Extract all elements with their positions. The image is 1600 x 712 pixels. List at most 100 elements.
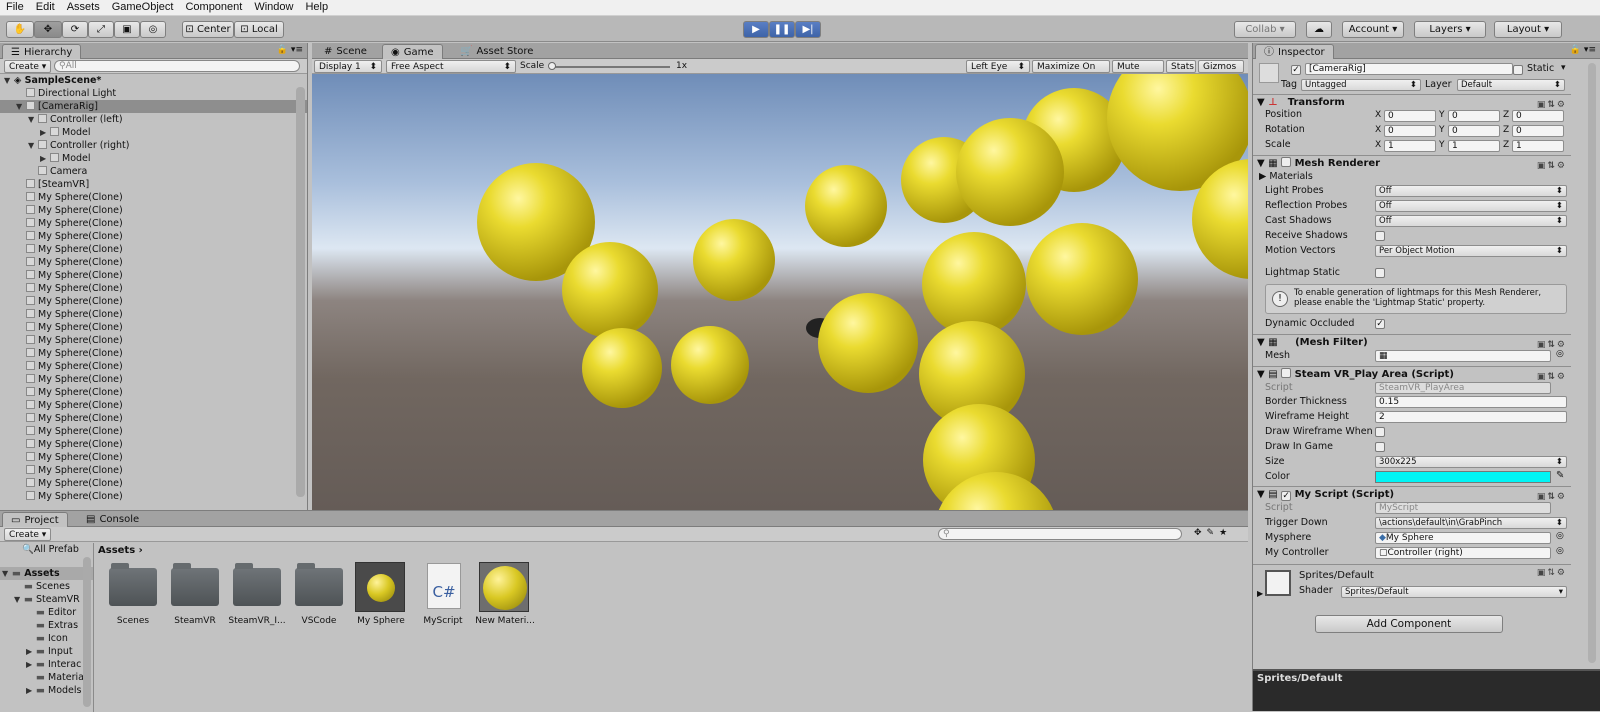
rotation-x-input[interactable]: 0	[1384, 125, 1436, 137]
chevron-down-icon[interactable]: ▼	[4, 74, 14, 87]
hierarchy-item[interactable]: My Sphere(Clone)	[0, 425, 307, 438]
receive-shadows-checkbox[interactable]	[1375, 231, 1385, 241]
project-tree-item[interactable]: ▬ Icon	[0, 632, 93, 645]
hierarchy-item[interactable]: Directional Light	[0, 87, 307, 100]
hierarchy-item[interactable]: My Sphere(Clone)	[0, 477, 307, 490]
hierarchy-item[interactable]: My Sphere(Clone)	[0, 399, 307, 412]
menu-gameobject[interactable]: GameObject	[106, 0, 180, 15]
wireframe-height-input[interactable]: 2	[1375, 411, 1567, 423]
project-tree-item[interactable]: ▶ ▬ Models	[0, 684, 93, 697]
project-tree-item[interactable]: ▬ Extras	[0, 619, 93, 632]
project-tree-item[interactable]: ▬ Editor	[0, 606, 93, 619]
hierarchy-item[interactable]: My Sphere(Clone)	[0, 282, 307, 295]
pivot-local-button[interactable]: ⊡ Local	[234, 21, 284, 38]
hierarchy-item[interactable]: [SteamVR]	[0, 178, 307, 191]
prefab-icon[interactable]	[355, 562, 405, 612]
chevron-down-icon[interactable]: ▼	[16, 100, 26, 113]
hierarchy-item[interactable]: My Sphere(Clone)	[0, 321, 307, 334]
eye-dropdown[interactable]: Left Eye ⬍	[966, 60, 1030, 73]
hierarchy-create-button[interactable]: Create ▾	[4, 60, 52, 73]
rotation-z-input[interactable]: 0	[1512, 125, 1564, 137]
hierarchy-item[interactable]: My Sphere(Clone)	[0, 230, 307, 243]
folder-icon[interactable]	[171, 563, 219, 606]
border-thickness-input[interactable]: 0.15	[1375, 396, 1567, 408]
folder-icon[interactable]	[233, 563, 281, 606]
filter-icons[interactable]: ✥✎★	[1194, 528, 1232, 538]
hierarchy-item[interactable]: ▶ Model	[0, 152, 307, 165]
hierarchy-item[interactable]: My Sphere(Clone)	[0, 412, 307, 425]
project-tree-item[interactable]: ▬ Materia	[0, 671, 93, 684]
csharp-script-icon[interactable]: C#	[427, 563, 461, 609]
play-area-enabled-checkbox[interactable]	[1281, 368, 1292, 378]
display-dropdown[interactable]: Display 1 ⬍	[314, 60, 382, 73]
axis-y-label[interactable]: Y	[1439, 140, 1445, 150]
chevron-down-icon[interactable]: ▼	[1257, 489, 1265, 500]
hierarchy-item[interactable]: My Sphere(Clone)	[0, 308, 307, 321]
project-create-button[interactable]: Create ▾	[4, 528, 52, 541]
panel-menu-icon[interactable]: 🔒 ▾≡	[277, 45, 303, 55]
axis-z-label[interactable]: Z	[1503, 125, 1509, 135]
breadcrumb[interactable]: Assets ›	[98, 545, 143, 556]
chevron-right-icon[interactable]: ▶	[26, 684, 36, 697]
trigger-down-dropdown[interactable]: \actions\default\in\GrabPinch ⬍	[1375, 517, 1567, 529]
chevron-down-icon[interactable]: ▼	[1257, 337, 1265, 348]
hierarchy-item[interactable]: My Sphere(Clone)	[0, 269, 307, 282]
cloud-icon[interactable]: ☁	[1306, 21, 1332, 38]
cast-shadows-dropdown[interactable]: Off ⬍	[1375, 215, 1567, 227]
aspect-dropdown[interactable]: Free Aspect ⬍	[386, 60, 516, 73]
hierarchy-item[interactable]: My Sphere(Clone)	[0, 386, 307, 399]
tab-game[interactable]: ◉ Game	[382, 44, 443, 59]
hierarchy-item[interactable]: My Sphere(Clone)	[0, 464, 307, 477]
project-tree-item[interactable]: ▬ Scenes	[0, 580, 93, 593]
object-picker-icon[interactable]: ◎	[1556, 531, 1564, 541]
scene-root[interactable]: ▼ ◈ SampleScene*	[0, 74, 307, 87]
axis-x-label[interactable]: X	[1375, 125, 1381, 135]
eyedropper-icon[interactable]: ✎	[1556, 470, 1564, 481]
object-picker-icon[interactable]: ◎	[1556, 349, 1564, 359]
rotate-tool-icon[interactable]: ⟳	[62, 21, 88, 38]
layers-dropdown[interactable]: Layers ▾	[1414, 21, 1486, 38]
axis-z-label[interactable]: Z	[1503, 110, 1509, 120]
hand-tool-icon[interactable]: ✋	[6, 21, 34, 38]
hierarchy-scrollbar[interactable]	[296, 87, 305, 497]
hierarchy-item[interactable]: My Sphere(Clone)	[0, 360, 307, 373]
asset-label[interactable]: My Sphere	[348, 616, 414, 626]
my-script-enabled-checkbox[interactable]: ✓	[1281, 491, 1292, 501]
hierarchy-item[interactable]: ▶ Model	[0, 126, 307, 139]
chevron-right-icon[interactable]: ▶	[26, 658, 36, 671]
project-tree-scrollbar[interactable]	[83, 557, 91, 707]
asset-label[interactable]: SteamVR_I...	[224, 616, 290, 626]
chevron-right-icon[interactable]: ▶	[1257, 589, 1263, 598]
draw-in-game-checkbox[interactable]	[1375, 442, 1385, 452]
size-dropdown[interactable]: 300x225 ⬍	[1375, 456, 1567, 468]
tab-hierarchy[interactable]: ☰ Hierarchy	[2, 44, 82, 59]
add-component-button[interactable]: Add Component	[1315, 615, 1503, 633]
stats-toggle[interactable]: Stats	[1166, 60, 1196, 73]
static-checkbox[interactable]	[1513, 65, 1523, 75]
favorites-item[interactable]: 🔍All Prefab	[0, 543, 93, 556]
chevron-down-icon[interactable]: ▼	[1257, 97, 1265, 108]
hierarchy-item[interactable]: My Sphere(Clone)	[0, 438, 307, 451]
component-settings-icon[interactable]: ▣⇅⚙	[1537, 568, 1567, 578]
hierarchy-item[interactable]: My Sphere(Clone)	[0, 204, 307, 217]
reflection-probes-dropdown[interactable]: Off ⬍	[1375, 200, 1567, 212]
material-icon[interactable]	[479, 562, 529, 612]
hierarchy-item[interactable]: ▼ Controller (right)	[0, 139, 307, 152]
play-button[interactable]: ▶	[743, 21, 769, 38]
tab-asset-store[interactable]: 🛒 Asset Store	[452, 44, 541, 59]
hierarchy-item[interactable]: ▼ [CameraRig]	[0, 100, 307, 113]
project-search-input[interactable]: ⚲	[938, 528, 1182, 540]
position-y-input[interactable]: 0	[1448, 110, 1500, 122]
layer-dropdown[interactable]: Default ⬍	[1457, 79, 1565, 91]
inspector-scrollbar[interactable]	[1588, 63, 1596, 663]
axis-x-label[interactable]: X	[1375, 110, 1381, 120]
hierarchy-item[interactable]: My Sphere(Clone)	[0, 217, 307, 230]
scale-y-input[interactable]: 1	[1448, 140, 1500, 152]
menu-file[interactable]: File	[0, 0, 30, 15]
folder-icon[interactable]	[295, 563, 343, 606]
transform-tool-icon[interactable]: ◎	[140, 21, 166, 38]
chevron-down-icon[interactable]: ▼	[14, 593, 24, 606]
static-dropdown-icon[interactable]: ▾	[1561, 63, 1566, 73]
mesh-field[interactable]: ▦	[1375, 350, 1551, 362]
position-x-input[interactable]: 0	[1384, 110, 1436, 122]
